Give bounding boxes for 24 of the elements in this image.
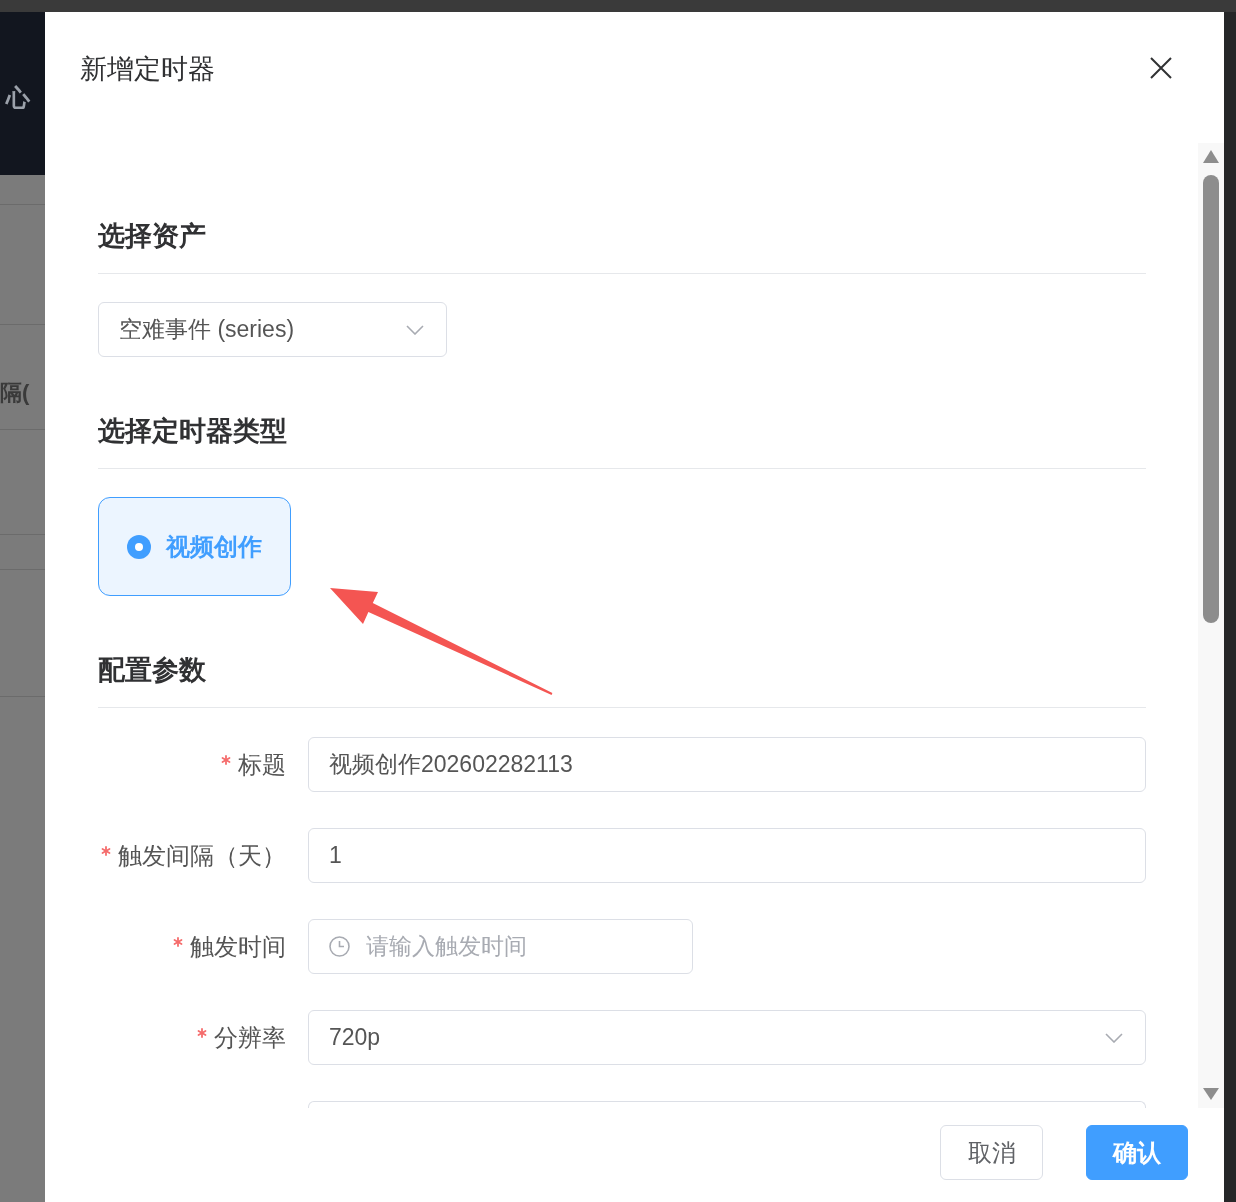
text-input[interactable]: 1 <box>308 828 1146 883</box>
clock-icon <box>329 936 350 957</box>
chevron-down-icon <box>406 324 424 335</box>
text-input[interactable]: 视频创作202602282113 <box>308 737 1146 792</box>
backdrop-row-text: 隔( <box>0 379 30 407</box>
close-button[interactable] <box>1150 57 1172 79</box>
backdrop-header-text: 心 <box>6 82 30 113</box>
cancel-button[interactable]: 取消 <box>940 1125 1043 1180</box>
section-title: 选择定时器类型 <box>98 415 287 448</box>
select-field[interactable]: 720p <box>308 1010 1146 1065</box>
section-title: 选择资产 <box>98 220 206 253</box>
chevron-down-icon <box>1105 1032 1123 1043</box>
dialog-title: 新增定时器 <box>80 53 215 86</box>
scroll-down-arrow-icon[interactable] <box>1203 1088 1219 1100</box>
scrollbar-thumb[interactable] <box>1203 175 1219 623</box>
field-label: 触发间隔（天） <box>118 840 286 871</box>
field-label: 触发时间 <box>190 931 286 962</box>
field-label: 分辨率 <box>214 1022 286 1053</box>
input-field[interactable] <box>308 1101 1146 1108</box>
scroll-up-arrow-icon[interactable] <box>1203 150 1219 163</box>
field-label: 标题 <box>238 749 286 780</box>
close-icon <box>1150 57 1172 79</box>
section-title: 配置参数 <box>98 654 206 687</box>
select-field[interactable]: 空难事件 (series) <box>98 302 447 357</box>
